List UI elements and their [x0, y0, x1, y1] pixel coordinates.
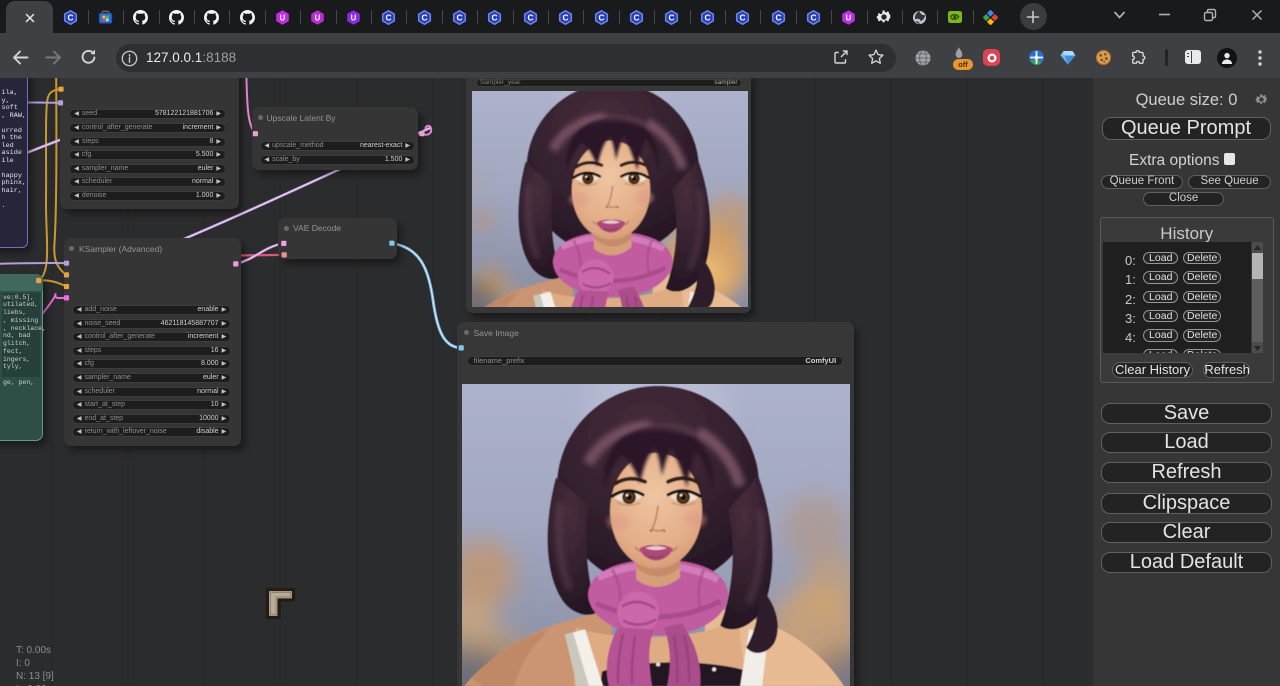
svg-text:C: C [633, 12, 639, 22]
svg-text:C: C [421, 12, 427, 22]
svg-text:C: C [740, 12, 746, 22]
svg-text:U: U [280, 13, 286, 22]
svg-text:C: C [527, 12, 533, 22]
svg-text:C: C [67, 12, 73, 22]
svg-text:C: C [456, 12, 462, 22]
svg-text:U: U [315, 13, 321, 22]
svg-text:C: C [492, 12, 498, 22]
svg-text:C: C [810, 12, 816, 22]
svg-text:C: C [386, 12, 392, 22]
svg-text:C: C [669, 12, 675, 22]
svg-text:U: U [350, 13, 356, 22]
svg-text:C: C [563, 12, 569, 22]
svg-text:C: C [775, 12, 781, 22]
svg-text:C: C [704, 12, 710, 22]
svg-text:C: C [598, 12, 604, 22]
svg-text:U: U [846, 13, 852, 22]
